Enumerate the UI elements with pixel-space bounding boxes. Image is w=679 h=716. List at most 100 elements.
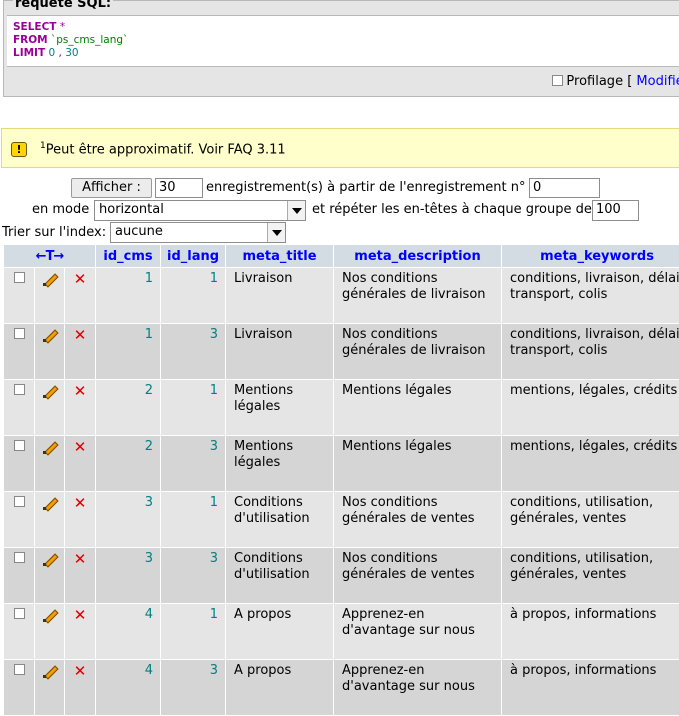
display-mode-value: horizontal [99, 202, 164, 217]
sql-limit-count: 30 [65, 47, 79, 59]
cell-meta-description: Nos conditions générales de livraison [334, 268, 502, 323]
approximate-notice: ! 1Peut être approximatif. Voir FAQ 3.11 [1, 128, 679, 168]
row-edit-cell[interactable] [35, 604, 64, 659]
row-checkbox[interactable] [13, 496, 25, 507]
cell-meta-title: Livraison [226, 268, 334, 323]
row-delete-cell[interactable]: ✕ [65, 492, 96, 547]
cell-id-lang: 1 [161, 604, 226, 659]
delete-x-icon[interactable]: ✕ [74, 384, 87, 399]
cell-meta-title: A propos [226, 604, 334, 659]
pencil-icon[interactable] [42, 664, 58, 678]
column-header-id-lang[interactable]: id_lang [161, 245, 226, 267]
profiling-checkbox[interactable] [552, 75, 564, 86]
column-header-id-cms[interactable]: id_cms [96, 245, 161, 267]
row-select-cell[interactable] [4, 324, 34, 379]
pencil-icon[interactable] [42, 272, 58, 286]
row-checkbox[interactable] [13, 440, 25, 451]
pencil-icon[interactable] [42, 440, 58, 454]
pencil-icon[interactable] [42, 496, 58, 510]
cell-meta-description: Nos conditions générales de livraison [334, 324, 502, 379]
delete-x-icon[interactable]: ✕ [74, 552, 87, 567]
cell-meta-keywords: à propos, informations [502, 660, 679, 715]
rows-count-input[interactable]: 30 [155, 178, 203, 198]
cell-id-lang: 1 [161, 380, 226, 435]
row-delete-cell[interactable]: ✕ [65, 660, 96, 715]
cell-meta-title: Mentions légales [226, 380, 334, 435]
cell-id-lang: 1 [161, 492, 226, 547]
edit-query-link[interactable]: Modifier [636, 74, 679, 89]
row-edit-cell[interactable] [35, 436, 64, 491]
table-row: ✕ 4 1 A propos Apprenez-en d'avantage sur no… [4, 604, 679, 659]
row-edit-cell[interactable] [35, 324, 64, 379]
sql-keyword-from: FROM [13, 34, 48, 46]
row-delete-cell[interactable]: ✕ [65, 604, 96, 659]
column-header-meta-description[interactable]: meta_description [334, 245, 502, 267]
row-checkbox[interactable] [13, 272, 25, 283]
start-record-label: enregistrement(s) à partir de l'enregist… [206, 180, 526, 195]
cell-id-lang: 3 [161, 548, 226, 603]
delete-x-icon[interactable]: ✕ [74, 440, 87, 455]
cell-id-cms: 4 [96, 604, 161, 659]
row-select-cell[interactable] [4, 436, 34, 491]
row-select-cell[interactable] [4, 492, 34, 547]
start-record-input[interactable]: 0 [529, 178, 600, 198]
column-resize-handle[interactable]: ←T→ [4, 245, 96, 267]
repeat-headers-input[interactable]: 100 [592, 200, 639, 221]
row-delete-cell[interactable]: ✕ [65, 548, 96, 603]
delete-x-icon[interactable]: ✕ [74, 496, 87, 511]
cell-id-lang: 3 [161, 324, 226, 379]
notice-text: 1Peut être approximatif. Voir FAQ 3.11 [40, 141, 286, 157]
row-checkbox[interactable] [13, 552, 25, 563]
cell-meta-description: Mentions légales [334, 436, 502, 491]
pencil-icon[interactable] [42, 552, 58, 566]
cell-meta-title: Conditions d'utilisation [226, 492, 334, 547]
cell-meta-description: Mentions légales [334, 380, 502, 435]
row-select-cell[interactable] [4, 604, 34, 659]
row-select-cell[interactable] [4, 548, 34, 603]
cell-meta-keywords: conditions, livraison, délais, transport… [502, 324, 679, 379]
row-edit-cell[interactable] [35, 492, 64, 547]
row-edit-cell[interactable] [35, 380, 64, 435]
table-row: ✕ 1 1 Livraison Nos conditions générales de … [4, 268, 679, 323]
delete-x-icon[interactable]: ✕ [74, 608, 87, 623]
cell-id-cms: 4 [96, 660, 161, 715]
row-delete-cell[interactable]: ✕ [65, 436, 96, 491]
column-header-meta-title[interactable]: meta_title [226, 245, 334, 267]
pencil-icon[interactable] [42, 328, 58, 342]
display-mode-select[interactable]: horizontal [94, 200, 306, 221]
cell-meta-title: Conditions d'utilisation [226, 548, 334, 603]
delete-x-icon[interactable]: ✕ [74, 272, 87, 287]
row-checkbox[interactable] [13, 328, 25, 339]
notice-message: Peut être approximatif. Voir FAQ 3.11 [45, 142, 286, 158]
row-checkbox[interactable] [13, 608, 25, 619]
row-select-cell[interactable] [4, 660, 34, 715]
chevron-down-icon [267, 223, 285, 242]
results-table: ←T→ id_cms id_lang meta_title meta_descr… [3, 244, 679, 716]
row-edit-cell[interactable] [35, 660, 64, 715]
row-select-cell[interactable] [4, 380, 34, 435]
pencil-icon[interactable] [42, 384, 58, 398]
delete-x-icon[interactable]: ✕ [74, 328, 87, 343]
cell-id-cms: 3 [96, 548, 161, 603]
row-delete-cell[interactable]: ✕ [65, 380, 96, 435]
cell-id-lang: 1 [161, 268, 226, 323]
row-delete-cell[interactable]: ✕ [65, 324, 96, 379]
row-edit-cell[interactable] [35, 268, 64, 323]
cell-meta-description: Apprenez-en d'avantage sur nous [334, 660, 502, 715]
table-header-row: ←T→ id_cms id_lang meta_title meta_descr… [4, 245, 679, 267]
cell-meta-keywords: mentions, légales, crédits [502, 380, 679, 435]
sql-keyword-limit: LIMIT [13, 47, 46, 59]
column-header-meta-keywords[interactable]: meta_keywords [502, 245, 679, 267]
cell-meta-description: Apprenez-en d'avantage sur nous [334, 604, 502, 659]
pencil-icon[interactable] [42, 608, 58, 622]
row-delete-cell[interactable]: ✕ [65, 268, 96, 323]
table-row: ✕ 2 3 Mentions légales Mentions légales menti… [4, 436, 679, 491]
cell-id-lang: 3 [161, 436, 226, 491]
row-select-cell[interactable] [4, 268, 34, 323]
row-checkbox[interactable] [13, 384, 25, 395]
show-button[interactable]: Afficher : [71, 178, 152, 198]
delete-x-icon[interactable]: ✕ [74, 664, 87, 679]
cell-meta-keywords: mentions, légales, crédits [502, 436, 679, 491]
row-edit-cell[interactable] [35, 548, 64, 603]
sort-index-select[interactable]: aucune [110, 222, 286, 243]
